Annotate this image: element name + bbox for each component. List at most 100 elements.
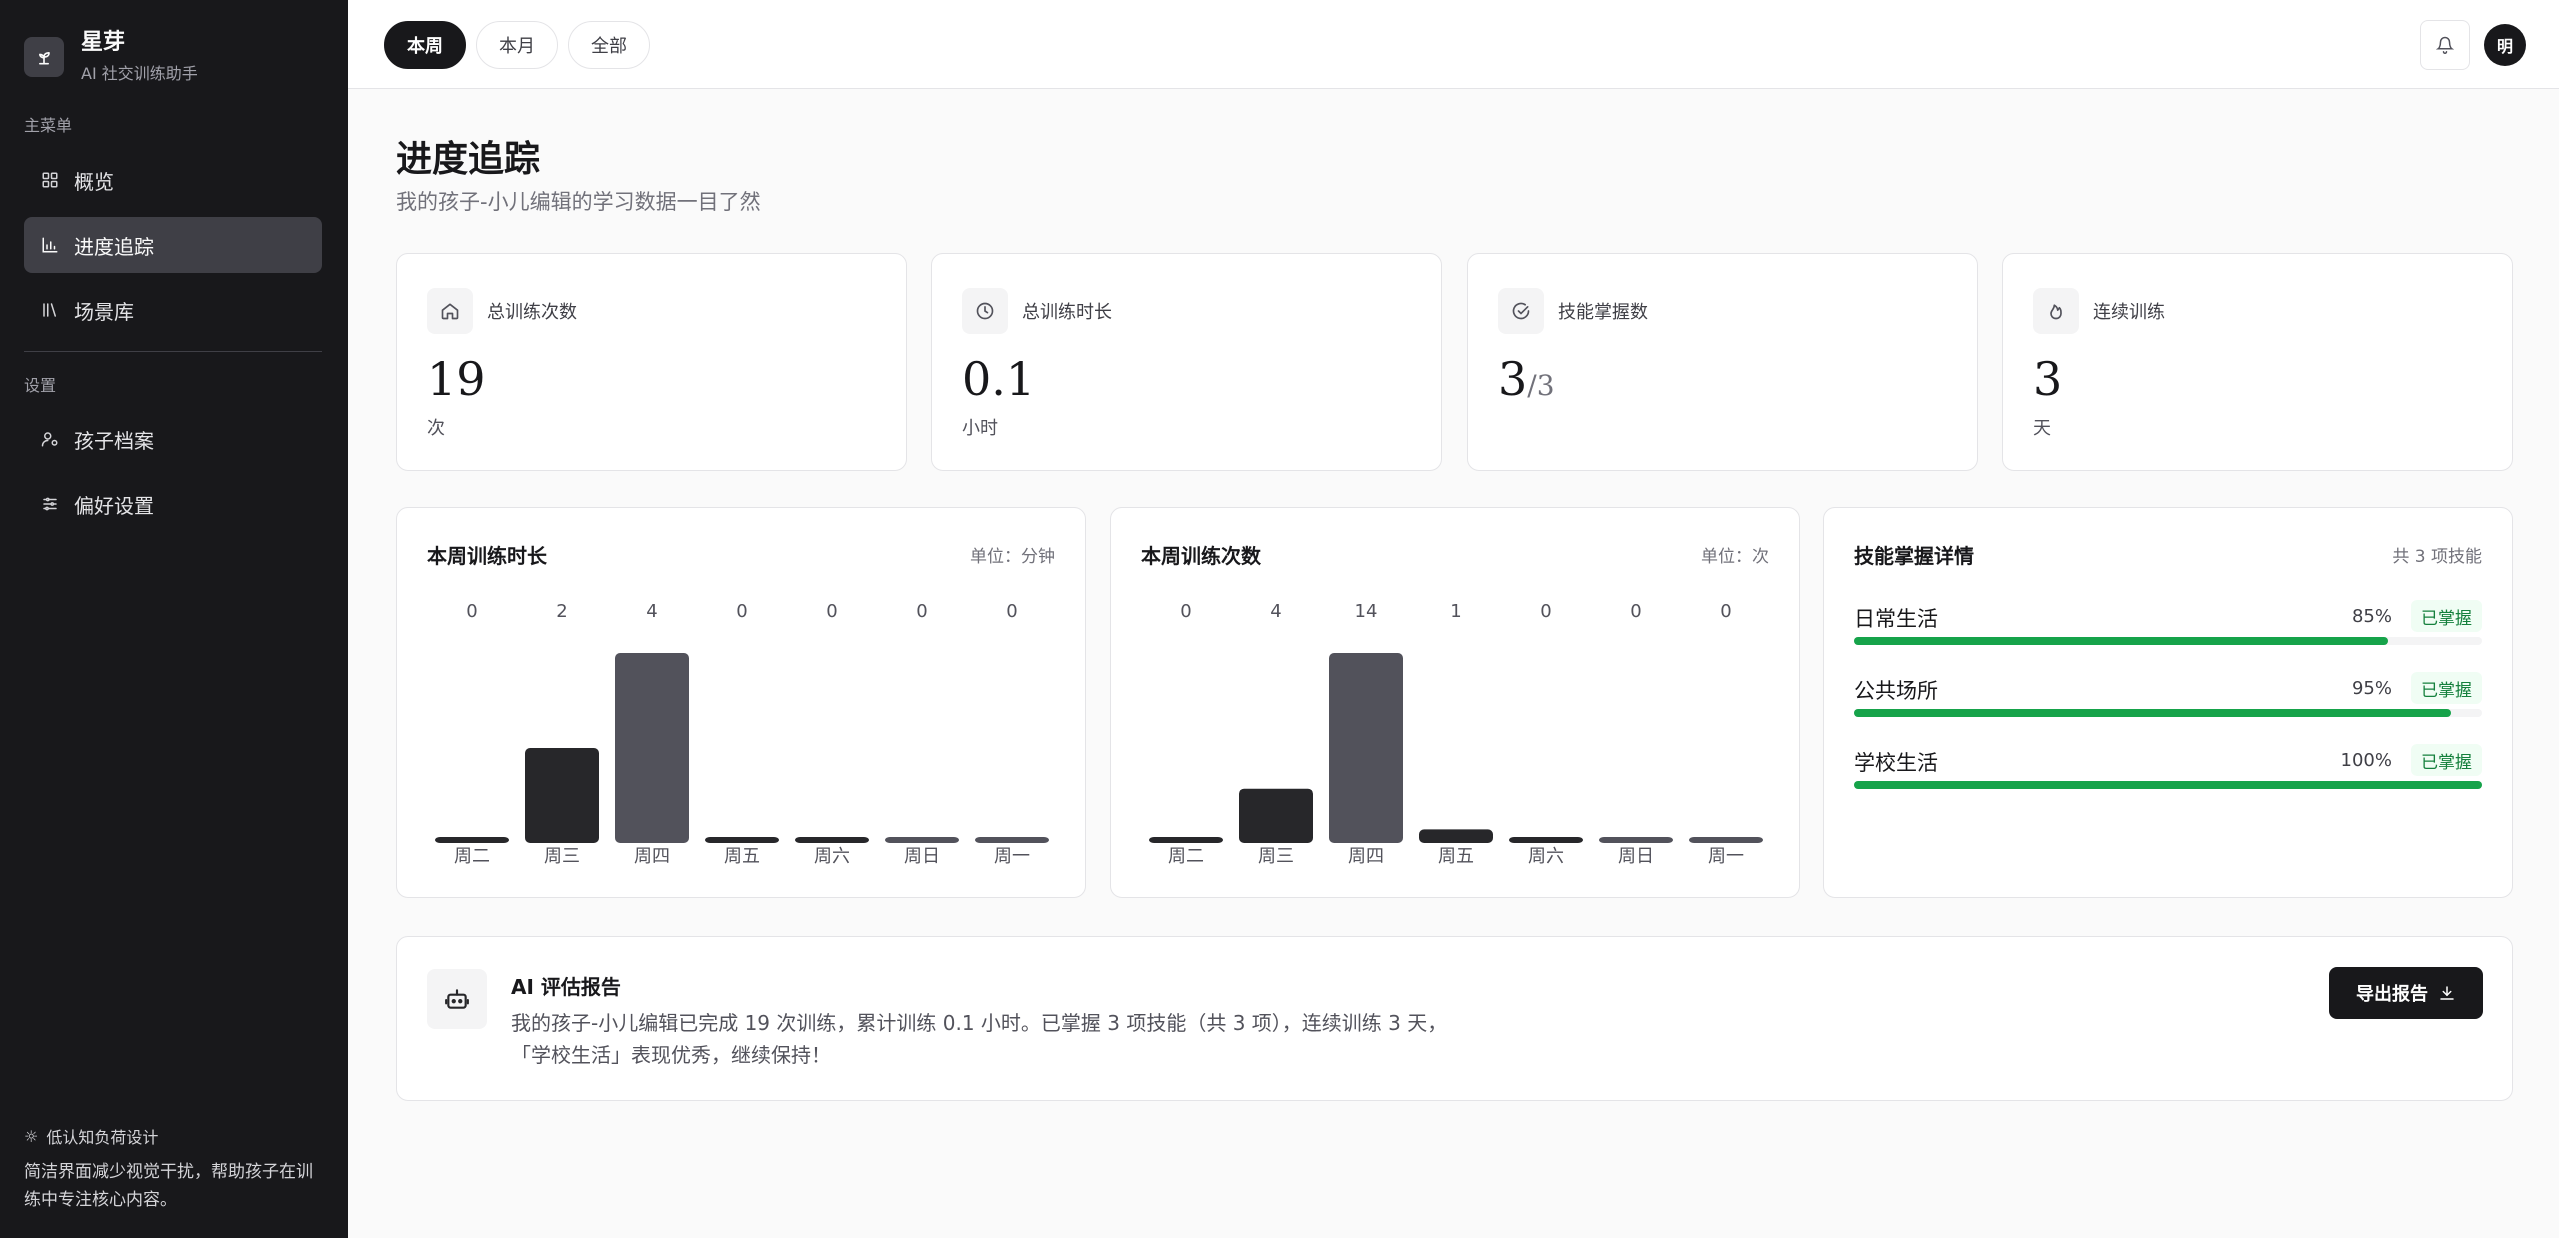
avatar[interactable]: 明	[2484, 24, 2526, 66]
nav-divider	[24, 351, 322, 352]
stat-value: 3/3	[1498, 352, 1555, 406]
filter-this-month[interactable]: 本月	[476, 21, 558, 69]
chart-bar	[1239, 788, 1313, 843]
stat-label: 总训练时长	[1022, 302, 1112, 323]
x-tick-label: 周日	[904, 846, 940, 867]
ai-report-card: AI 评估报告 我的孩子-小儿编辑已完成 19 次训练，累计训练 0.1 小时。…	[396, 936, 2513, 1101]
stat-label: 连续训练	[2093, 302, 2165, 323]
stat-card-total-duration: 总训练时长 0.1 小时	[931, 253, 1442, 471]
bar-value-label: 0	[1630, 601, 1641, 622]
stat-value: 0.1	[962, 352, 1036, 406]
robot-icon	[427, 969, 487, 1029]
sidebar-item-preferences[interactable]: 偏好设置	[24, 476, 322, 532]
chart-bar	[1599, 837, 1673, 843]
report-title: AI 评估报告	[511, 975, 621, 999]
sun-icon: ☼	[24, 1126, 39, 1146]
chart-card-weekly-sessions: 本周训练次数 单位：次 0 周二 4 周三 14 周四 1 周五 0 周六 0 周日 0 周一	[1110, 507, 1800, 898]
x-tick-label: 周日	[1618, 846, 1654, 867]
bar-chart-icon	[40, 235, 60, 255]
x-tick-label: 周五	[1438, 846, 1474, 867]
sidebar-footer: ☼ 低认知负荷设计 简洁界面减少视觉干扰，帮助孩子在训练中专注核心内容。	[24, 1124, 324, 1214]
chart-bar	[1689, 837, 1763, 843]
check-circle-icon	[1498, 288, 1544, 334]
brand-subtitle: AI 社交训练助手	[81, 64, 198, 83]
home-icon	[427, 288, 473, 334]
export-label: 导出报告	[2356, 984, 2428, 1005]
download-icon	[2440, 986, 2454, 1000]
bar-value-label: 4	[646, 601, 657, 622]
skills-title: 技能掌握详情	[1854, 544, 1974, 568]
skill-progress-track	[1854, 637, 2482, 645]
sidebar-item-scenes[interactable]: 场景库	[24, 282, 322, 338]
chart-bar	[525, 748, 599, 843]
topbar: 本周 本月 全部 明	[348, 0, 2559, 89]
sprout-icon	[24, 37, 64, 77]
sidebar: 星芽 AI 社交训练助手 主菜单 概览 进度追踪 场景库 设置 孩子档案 偏好设…	[0, 0, 348, 1238]
report-line: 我的孩子-小儿编辑已完成 19 次训练，累计训练 0.1 小时。已掌握 3 项技…	[511, 1011, 1448, 1035]
brand: 星芽 AI 社交训练助手	[24, 30, 198, 84]
chart-bar	[705, 837, 779, 843]
x-tick-label: 周二	[454, 846, 490, 867]
skill-name: 公共场所	[1854, 679, 1938, 703]
export-report-button[interactable]: 导出报告	[2329, 967, 2483, 1019]
skill-percent: 100%	[2340, 750, 2392, 771]
skill-percent: 85%	[2351, 606, 2392, 627]
chart-card-weekly-duration: 本周训练时长 单位：分钟 0 周二 2 周三 4 周四 0 周五 0 周六 0 周日 0 周一	[396, 507, 1086, 898]
clock-icon	[962, 288, 1008, 334]
stat-value: 19	[427, 352, 486, 406]
skill-progress-fill	[1854, 709, 2451, 717]
stat-label: 技能掌握数	[1558, 302, 1648, 323]
x-tick-label: 周一	[1708, 846, 1744, 867]
skill-progress-fill	[1854, 637, 2388, 645]
x-tick-label: 周六	[814, 846, 850, 867]
skills-card: 技能掌握详情 共 3 项技能 日常生活 85% 已掌握 公共场所 95% 已掌握…	[1823, 507, 2513, 898]
stat-card-total-sessions: 总训练次数 19 次	[396, 253, 907, 471]
skills-count: 共 3 项技能	[2392, 547, 2482, 567]
chart-bar	[435, 837, 509, 843]
bar-value-label: 0	[826, 601, 837, 622]
chart-bar	[615, 653, 689, 843]
settings-label: 设置	[24, 376, 57, 395]
bar-value-label: 2	[556, 601, 567, 622]
x-tick-label: 周三	[544, 846, 580, 867]
status-badge: 已掌握	[2411, 600, 2482, 632]
bar-value-label: 4	[1270, 601, 1281, 622]
stat-unit: 天	[2033, 418, 2051, 439]
sidebar-item-label: 进度追踪	[74, 234, 154, 259]
filter-this-week[interactable]: 本周	[384, 21, 466, 69]
x-tick-label: 周一	[994, 846, 1030, 867]
sidebar-item-child-profile[interactable]: 孩子档案	[24, 411, 322, 467]
status-badge: 已掌握	[2411, 672, 2482, 704]
bar-value-label: 0	[1540, 601, 1551, 622]
chart-bar	[1509, 837, 1583, 843]
bar-value-label: 0	[916, 601, 927, 622]
brand-name: 星芽	[81, 30, 126, 55]
sidebar-item-label: 孩子档案	[74, 428, 154, 453]
chart-bar	[795, 837, 869, 843]
sidebar-item-progress[interactable]: 进度追踪	[24, 217, 322, 273]
page-title: 进度追踪	[396, 139, 541, 180]
x-tick-label: 周六	[1528, 846, 1564, 867]
sessions-bar-chart: 0 周二 4 周三 14 周四 1 周五 0 周六 0 周日 0 周一	[1149, 601, 1763, 867]
stat-unit: 小时	[962, 418, 998, 439]
grid-icon	[40, 170, 60, 190]
stat-card-streak: 连续训练 3 天	[2002, 253, 2513, 471]
filter-all[interactable]: 全部	[568, 21, 650, 69]
x-tick-label: 周四	[634, 846, 670, 867]
bar-value-label: 0	[736, 601, 747, 622]
skill-progress-track	[1854, 709, 2482, 717]
notifications-button[interactable]	[2420, 20, 2470, 70]
report-line: 「学校生活」表现优秀，继续保持！	[511, 1043, 831, 1067]
duration-bar-chart: 0 周二 2 周三 4 周四 0 周五 0 周六 0 周日 0 周一	[435, 601, 1049, 867]
flame-icon	[2033, 288, 2079, 334]
x-tick-label: 周四	[1348, 846, 1384, 867]
stat-unit: 次	[427, 418, 445, 439]
report-text: 我的孩子-小儿编辑已完成 19 次训练，累计训练 0.1 小时。已掌握 3 项技…	[511, 1007, 1511, 1071]
sidebar-item-overview[interactable]: 概览	[24, 152, 322, 208]
main-menu-label: 主菜单	[24, 116, 73, 135]
stat-card-skills-mastered: 技能掌握数 3/3	[1467, 253, 1978, 471]
chart-bar	[885, 837, 959, 843]
bar-value-label: 0	[1720, 601, 1731, 622]
user-settings-icon	[40, 429, 60, 449]
skill-progress-track	[1854, 781, 2482, 789]
